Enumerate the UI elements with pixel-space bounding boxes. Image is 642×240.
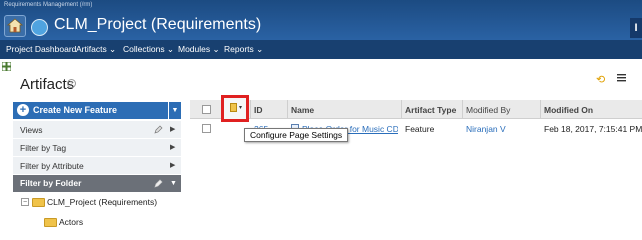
row-modified-on: Feb 18, 2017, 7:15:41 PM xyxy=(544,124,642,134)
row-artifact-type: Feature xyxy=(405,124,435,134)
column-divider xyxy=(540,100,541,119)
chevron-down-icon[interactable]: ▼ xyxy=(170,175,177,192)
column-header-artifact-type[interactable]: Artifact Type xyxy=(405,105,456,115)
grid-icon[interactable] xyxy=(2,62,11,71)
column-divider xyxy=(401,100,402,119)
page-title: Artifacts xyxy=(20,76,75,93)
sidebar-section-label: Filter by Folder xyxy=(20,178,82,188)
menu-icon[interactable] xyxy=(617,73,626,82)
nav-artifacts[interactable]: Artifacts ⌄ xyxy=(76,44,116,55)
column-divider xyxy=(287,100,288,119)
refresh-icon[interactable]: ⟲ xyxy=(596,73,605,86)
select-all-checkbox[interactable] xyxy=(202,105,211,114)
sidebar-section-label: Views xyxy=(20,125,43,135)
folder-icon xyxy=(32,198,45,207)
nav-collections[interactable]: Collections ⌄ xyxy=(123,44,174,55)
chevron-right-icon[interactable]: ▶ xyxy=(170,139,175,157)
home-icon[interactable] xyxy=(4,15,26,37)
sidebar-section-views[interactable]: Views ▶ xyxy=(13,121,181,139)
edit-icon[interactable] xyxy=(154,125,163,134)
sidebar-section-label: Filter by Tag xyxy=(20,143,67,153)
nav-modules[interactable]: Modules ⌄ xyxy=(178,44,220,55)
folder-icon xyxy=(44,218,57,227)
project-title: CLM_Project (Requirements) xyxy=(54,16,262,33)
column-header-name[interactable]: Name xyxy=(291,105,314,115)
sidebar-section-filter-tag[interactable]: Filter by Tag ▶ xyxy=(13,139,181,157)
tree-item-project[interactable]: CLM_Project (Requirements) xyxy=(47,197,157,207)
column-header-id[interactable]: ID xyxy=(254,105,263,115)
tree-collapse-toggle[interactable]: − xyxy=(21,198,29,206)
column-divider xyxy=(250,100,251,119)
tree-item-actors[interactable]: Actors xyxy=(59,217,83,227)
sidebar-section-filter-attribute[interactable]: Filter by Attribute ▶ xyxy=(13,157,181,175)
tooltip: Configure Page Settings xyxy=(244,128,349,142)
chevron-down-icon: ▾ xyxy=(239,105,243,111)
sidebar-section-label: Filter by Attribute xyxy=(20,161,84,171)
app-title: Requirements Management (/rm) xyxy=(4,2,93,8)
nav-reports[interactable]: Reports ⌄ xyxy=(224,44,263,55)
chevron-right-icon[interactable]: ▶ xyxy=(170,157,175,175)
row-modified-by-link[interactable]: Niranjan V xyxy=(466,124,506,134)
nav-project-dashboard[interactable]: Project Dashboard xyxy=(6,44,76,54)
create-dropdown-button[interactable]: ▼ xyxy=(168,102,181,119)
column-header-modified-on[interactable]: Modified On xyxy=(544,105,593,115)
page-settings-icon xyxy=(230,103,237,112)
column-divider xyxy=(462,100,463,119)
chevron-right-icon[interactable]: ▶ xyxy=(170,121,175,139)
requirements-logo-icon xyxy=(31,19,48,36)
help-icon[interactable]: ? xyxy=(67,79,76,88)
edit-icon[interactable] xyxy=(154,179,163,188)
create-new-feature-button[interactable]: Create New Feature xyxy=(13,102,168,119)
column-header-modified-by[interactable]: Modified By xyxy=(466,105,510,115)
header-right-edge: I xyxy=(630,18,642,38)
plus-icon: + xyxy=(17,104,29,116)
row-select-checkbox[interactable] xyxy=(202,124,211,133)
sidebar-section-filter-folder[interactable]: Filter by Folder ▼ xyxy=(13,175,181,192)
